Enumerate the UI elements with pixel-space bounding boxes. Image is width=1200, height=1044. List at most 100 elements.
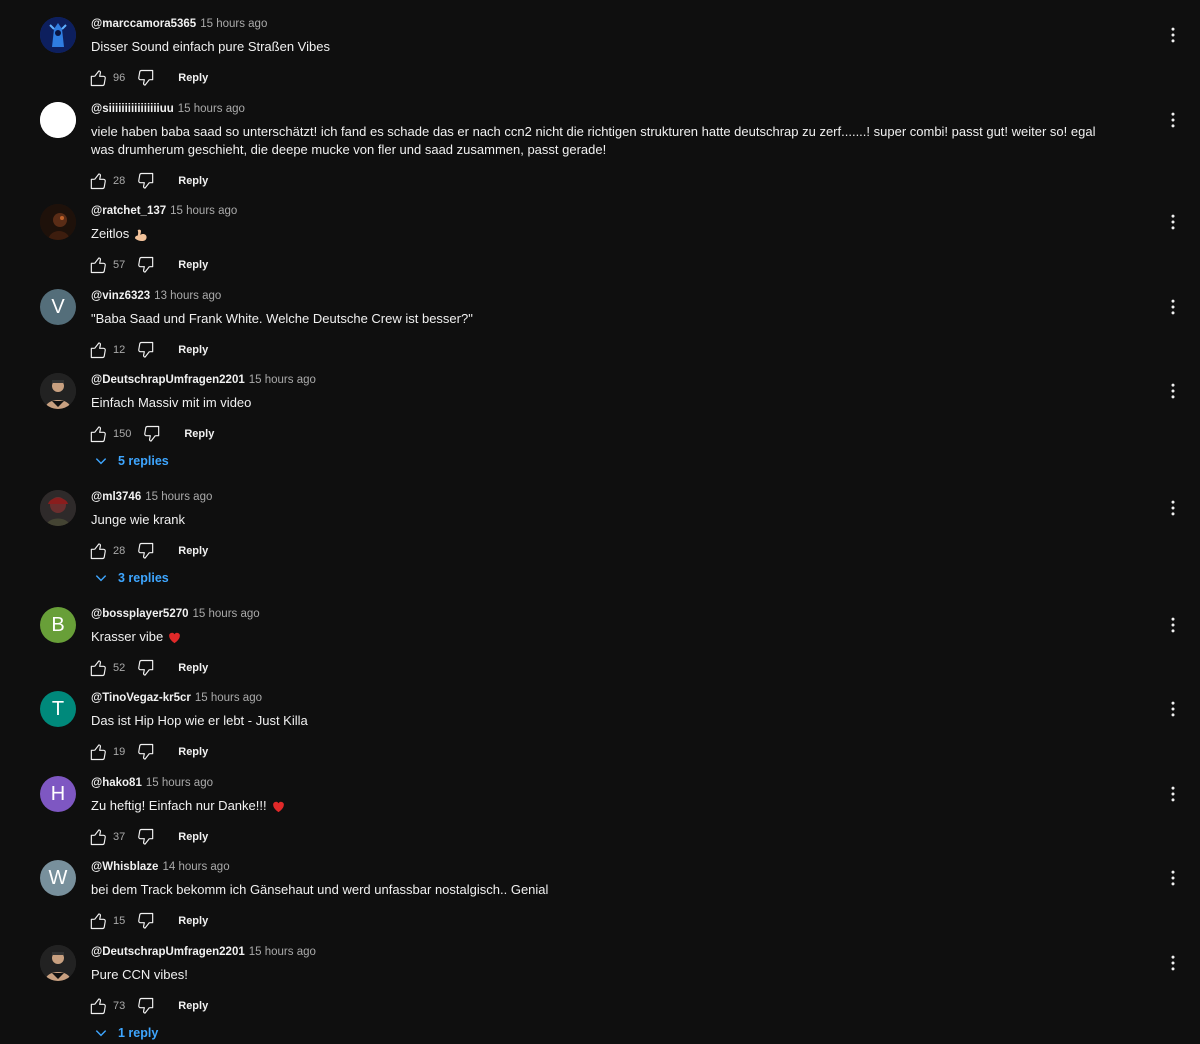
dislike-button[interactable]: [136, 658, 156, 678]
dislike-button[interactable]: [136, 340, 156, 360]
comment-author[interactable]: @DeutschrapUmfragen2201: [91, 946, 245, 958]
comment-author[interactable]: @hako81: [91, 777, 142, 789]
thumbs-down-icon: [138, 256, 154, 273]
like-count: 73: [113, 1000, 126, 1012]
dislike-button[interactable]: [136, 68, 156, 88]
reply-button[interactable]: Reply: [178, 259, 208, 271]
thumbs-down-icon: [138, 172, 154, 189]
reply-button[interactable]: Reply: [178, 1000, 208, 1012]
view-replies-button[interactable]: 3 replies: [94, 571, 169, 585]
more-options-button[interactable]: [1163, 868, 1183, 888]
more-options-button[interactable]: [1163, 381, 1183, 401]
reply-button[interactable]: Reply: [178, 915, 208, 927]
comment-author[interactable]: @bossplayer5270: [91, 608, 189, 620]
like-button[interactable]: [88, 911, 108, 931]
dislike-button[interactable]: [136, 911, 156, 931]
more-options-button[interactable]: [1163, 25, 1183, 45]
comment-timestamp[interactable]: 14 hours ago: [162, 861, 229, 873]
dislike-button[interactable]: [136, 255, 156, 275]
comment-timestamp[interactable]: 15 hours ago: [249, 946, 316, 958]
comment-author[interactable]: @DeutschrapUmfragen2201: [91, 374, 245, 386]
more-options-button[interactable]: [1163, 110, 1183, 130]
more-vert-icon: [1171, 870, 1175, 886]
thumbs-down-icon: [138, 69, 154, 86]
reply-button[interactable]: Reply: [178, 344, 208, 356]
dislike-button[interactable]: [136, 541, 156, 561]
comment-author[interactable]: @ratchet_137: [91, 205, 166, 217]
reply-button[interactable]: Reply: [178, 72, 208, 84]
avatar[interactable]: [40, 17, 76, 53]
more-vert-icon: [1171, 214, 1175, 230]
like-button[interactable]: [88, 827, 108, 847]
more-options-button[interactable]: [1163, 212, 1183, 232]
thumbs-up-icon: [90, 342, 106, 359]
comment-text-content: Das ist Hip Hop wie er lebt - Just Killa: [91, 713, 308, 728]
comment-author[interactable]: @ml3746: [91, 491, 141, 503]
comment-header: @marccamora5365 15 hours ago: [91, 18, 267, 30]
reply-button[interactable]: Reply: [178, 662, 208, 674]
avatar-letter: B: [51, 613, 65, 636]
comment-author[interactable]: @Whisblaze: [91, 861, 158, 873]
avatar-image: [40, 373, 76, 409]
comment-timestamp[interactable]: 15 hours ago: [170, 205, 237, 217]
comment-timestamp[interactable]: 15 hours ago: [195, 692, 262, 704]
reply-button[interactable]: Reply: [178, 746, 208, 758]
avatar[interactable]: [40, 945, 76, 981]
like-button[interactable]: [88, 541, 108, 561]
comment-timestamp[interactable]: 15 hours ago: [145, 491, 212, 503]
dislike-button[interactable]: [136, 996, 156, 1016]
more-options-button[interactable]: [1163, 615, 1183, 635]
comment-timestamp[interactable]: 15 hours ago: [178, 103, 245, 115]
comment-author[interactable]: @vinz6323: [91, 290, 150, 302]
like-button[interactable]: [88, 658, 108, 678]
comment-actions: 73 Reply: [88, 996, 208, 1016]
avatar[interactable]: [40, 490, 76, 526]
view-replies-button[interactable]: 5 replies: [94, 454, 169, 468]
view-replies-button[interactable]: 1 reply: [94, 1026, 158, 1040]
more-options-button[interactable]: [1163, 297, 1183, 317]
more-vert-icon: [1171, 299, 1175, 315]
comment-timestamp[interactable]: 15 hours ago: [200, 18, 267, 30]
avatar[interactable]: [40, 373, 76, 409]
replies-count-label: 1 reply: [118, 1026, 159, 1040]
reply-button[interactable]: Reply: [178, 175, 208, 187]
more-options-button[interactable]: [1163, 953, 1183, 973]
avatar[interactable]: B: [40, 607, 76, 643]
dislike-button[interactable]: [136, 171, 156, 191]
comment-author[interactable]: @siiiiiiiiiiiiiiiiuu: [91, 103, 174, 115]
like-button[interactable]: [88, 996, 108, 1016]
avatar[interactable]: H: [40, 776, 76, 812]
like-button[interactable]: [88, 424, 108, 444]
comment-timestamp[interactable]: 15 hours ago: [193, 608, 260, 620]
more-options-button[interactable]: [1163, 498, 1183, 518]
avatar-image: [40, 17, 76, 53]
comment-header: @siiiiiiiiiiiiiiiiuu 15 hours ago: [91, 103, 245, 115]
reply-button[interactable]: Reply: [178, 831, 208, 843]
dislike-button[interactable]: [136, 742, 156, 762]
avatar[interactable]: [40, 204, 76, 240]
comment-timestamp[interactable]: 15 hours ago: [249, 374, 316, 386]
reply-button[interactable]: Reply: [178, 545, 208, 557]
avatar[interactable]: T: [40, 691, 76, 727]
comment-author[interactable]: @TinoVegaz-kr5cr: [91, 692, 191, 704]
comment-timestamp[interactable]: 13 hours ago: [154, 290, 221, 302]
dislike-button[interactable]: [136, 827, 156, 847]
comment-text: Das ist Hip Hop wie er lebt - Just Killa: [91, 712, 1101, 730]
more-options-button[interactable]: [1163, 699, 1183, 719]
like-button[interactable]: [88, 742, 108, 762]
avatar[interactable]: W: [40, 860, 76, 896]
like-count: 52: [113, 662, 126, 674]
thumbs-down-icon: [138, 341, 154, 358]
like-button[interactable]: [88, 171, 108, 191]
comment-author[interactable]: @marccamora5365: [91, 18, 196, 30]
dislike-button[interactable]: [142, 424, 162, 444]
reply-button[interactable]: Reply: [184, 428, 214, 440]
comment-timestamp[interactable]: 15 hours ago: [146, 777, 213, 789]
avatar[interactable]: [40, 102, 76, 138]
more-options-button[interactable]: [1163, 784, 1183, 804]
like-button[interactable]: [88, 255, 108, 275]
avatar[interactable]: V: [40, 289, 76, 325]
comment-actions: 15 Reply: [88, 911, 208, 931]
like-button[interactable]: [88, 68, 108, 88]
like-button[interactable]: [88, 340, 108, 360]
